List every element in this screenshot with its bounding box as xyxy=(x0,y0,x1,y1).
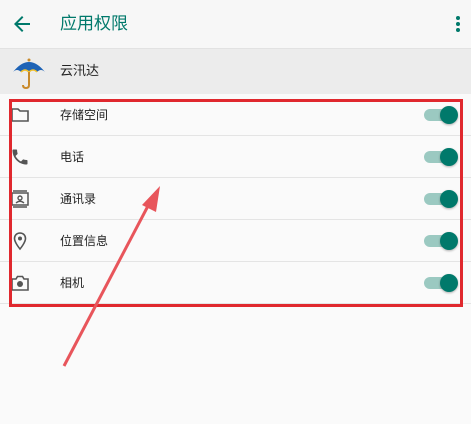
toggle-thumb xyxy=(440,106,458,124)
permission-row-phone[interactable]: 电话 xyxy=(0,136,471,178)
permission-toggle[interactable] xyxy=(424,106,458,124)
location-icon xyxy=(13,232,27,251)
contacts-icon xyxy=(11,190,29,208)
permission-label: 通讯录 xyxy=(60,192,97,206)
permission-toggle[interactable] xyxy=(424,274,458,292)
app-header: 云汛达 xyxy=(0,48,471,94)
permission-row-contacts[interactable]: 通讯录 xyxy=(0,178,471,220)
umbrella-icon xyxy=(13,58,45,90)
permission-label: 存储空间 xyxy=(60,108,109,122)
permission-list: 存储空间 电话 通讯录 位置信息 相机 xyxy=(0,94,471,304)
permission-label: 位置信息 xyxy=(60,234,109,248)
page-title: 应用权限 xyxy=(60,14,128,34)
permission-label: 电话 xyxy=(60,150,85,164)
permission-row-storage[interactable]: 存储空间 xyxy=(0,94,471,136)
phone-icon xyxy=(12,149,28,165)
app-name: 云汛达 xyxy=(60,64,100,79)
permission-row-camera[interactable]: 相机 xyxy=(0,262,471,304)
permission-label: 相机 xyxy=(60,276,85,290)
toggle-thumb xyxy=(440,274,458,292)
more-vertical-icon[interactable] xyxy=(446,12,470,36)
toggle-thumb xyxy=(440,148,458,166)
arrow-left-icon[interactable] xyxy=(10,12,34,36)
permission-toggle[interactable] xyxy=(424,190,458,208)
folder-icon xyxy=(11,108,29,122)
permission-toggle[interactable] xyxy=(424,232,458,250)
permission-toggle[interactable] xyxy=(424,148,458,166)
toggle-thumb xyxy=(440,190,458,208)
camera-icon xyxy=(11,275,29,291)
toggle-thumb xyxy=(440,232,458,250)
permission-row-location[interactable]: 位置信息 xyxy=(0,220,471,262)
app-bar: 应用权限 xyxy=(0,0,471,48)
